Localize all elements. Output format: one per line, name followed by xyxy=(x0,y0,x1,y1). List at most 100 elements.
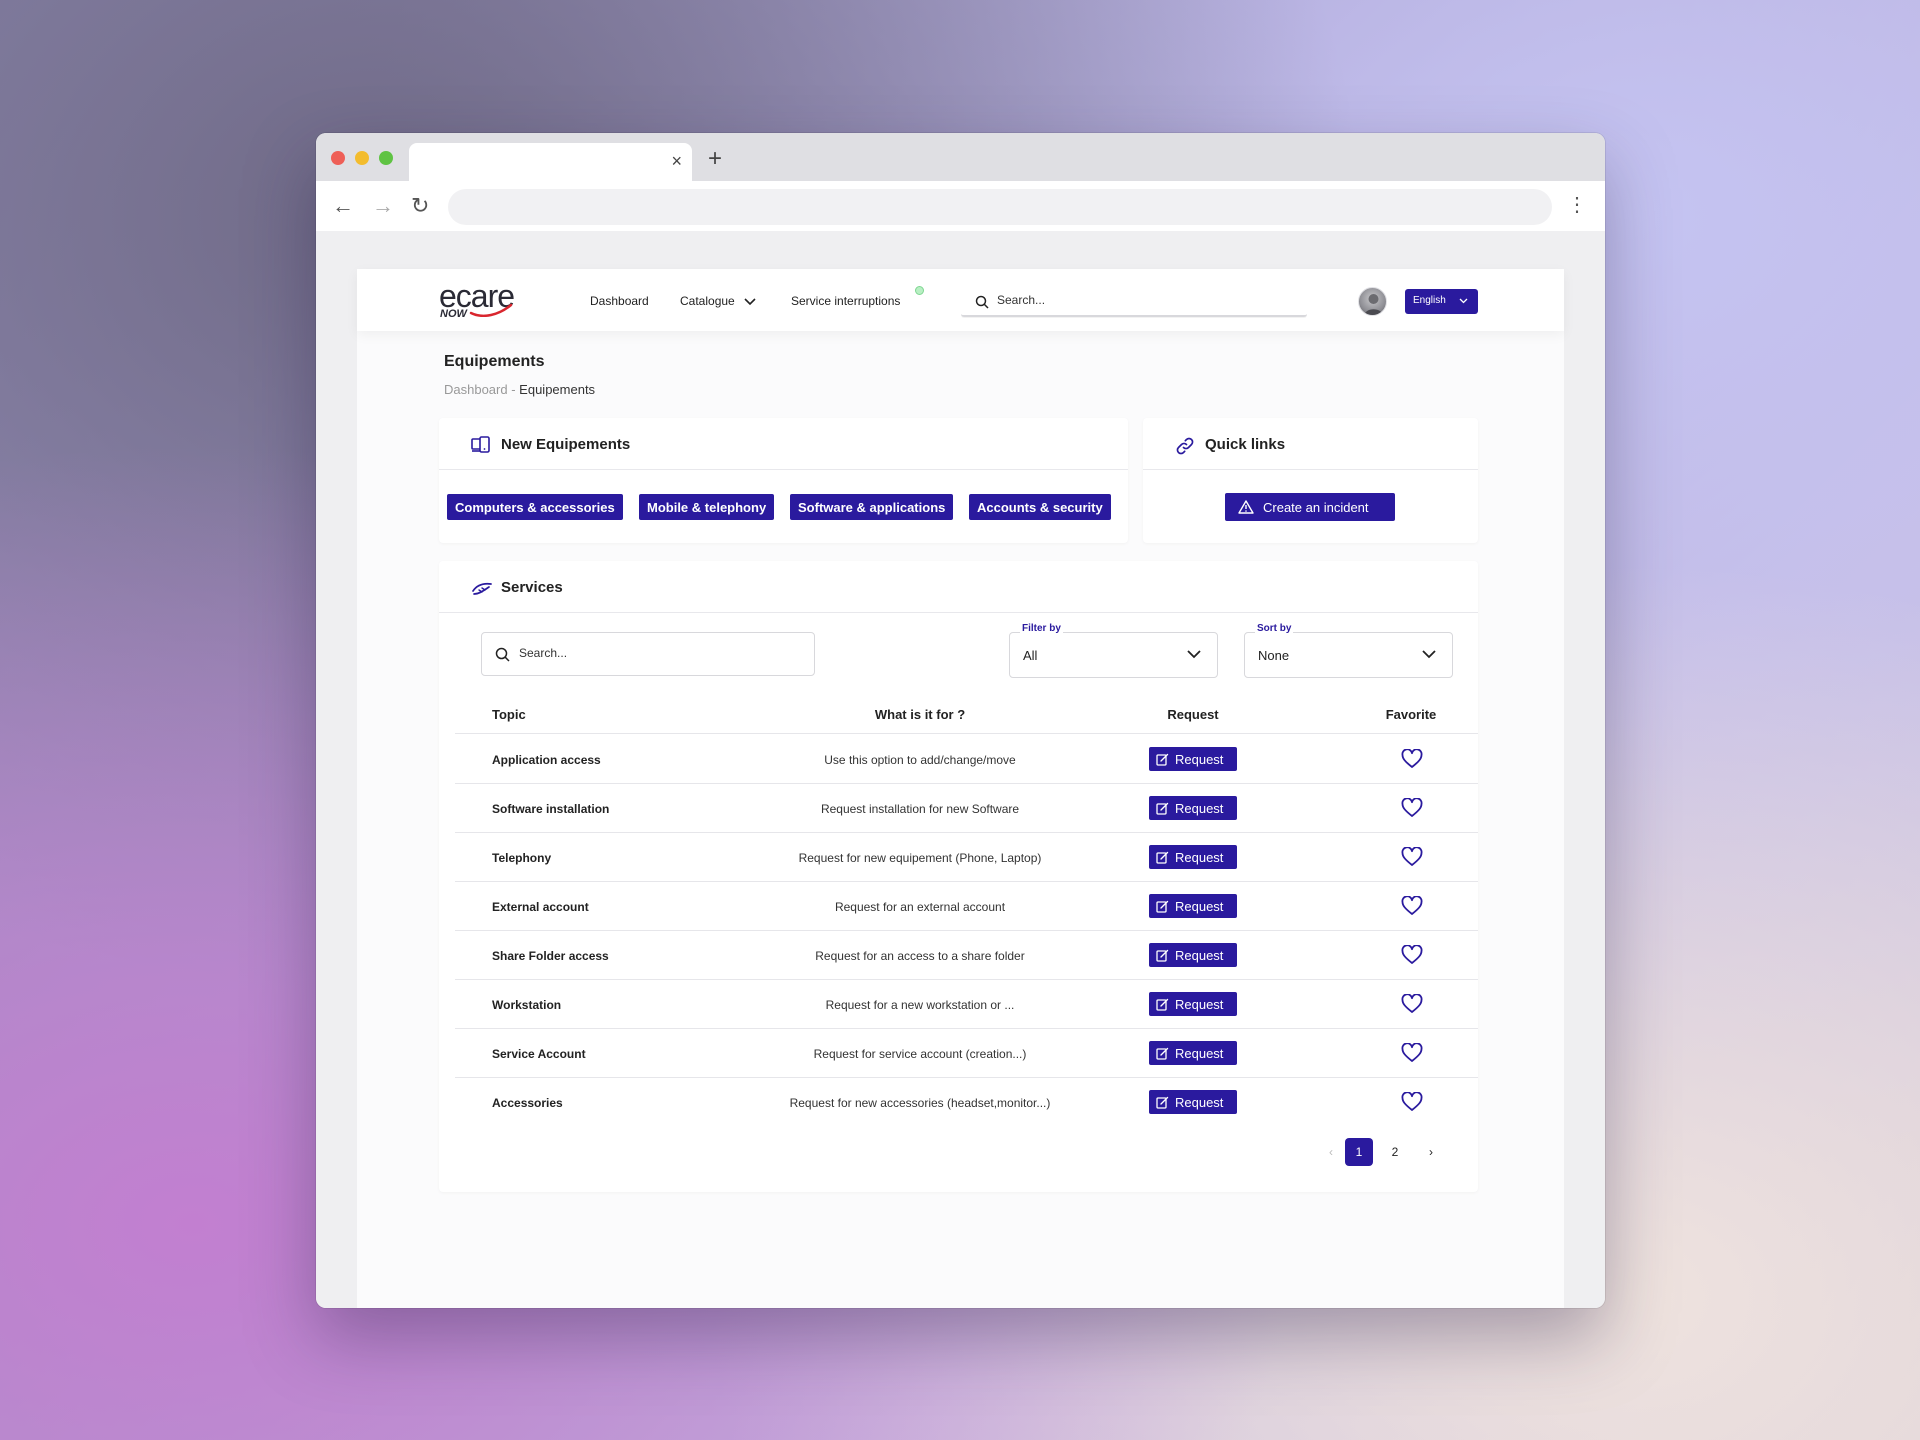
chevron-down-icon xyxy=(744,298,756,305)
card-title: Quick links xyxy=(1205,436,1286,453)
card-header: Quick links xyxy=(1143,418,1478,470)
filter-value: All xyxy=(1023,648,1038,663)
search-icon xyxy=(495,647,510,662)
row-purpose: Request for new equipement (Phone, Lapto… xyxy=(798,851,1042,865)
request-button[interactable]: Request xyxy=(1149,992,1237,1016)
close-window-button[interactable] xyxy=(331,151,345,165)
row-topic: Share Folder access xyxy=(492,949,609,963)
heart-icon[interactable] xyxy=(1401,1092,1423,1112)
tab-close-icon[interactable]: × xyxy=(671,151,682,171)
request-label: Request xyxy=(1175,1095,1224,1110)
warning-icon xyxy=(1238,500,1254,514)
heart-icon[interactable] xyxy=(1401,945,1423,965)
new-tab-icon[interactable]: + xyxy=(708,147,722,171)
request-label: Request xyxy=(1175,1046,1224,1061)
chip-computers-accessories[interactable]: Computers & accessories xyxy=(447,494,623,520)
chip-software-applications[interactable]: Software & applications xyxy=(790,494,954,520)
pagination-next-icon[interactable]: › xyxy=(1417,1138,1445,1166)
heart-icon[interactable] xyxy=(1401,749,1423,769)
heart-icon[interactable] xyxy=(1401,1043,1423,1063)
column-header-favorite: Favorite xyxy=(1385,707,1437,722)
breadcrumb-root[interactable]: Dashboard xyxy=(444,382,508,397)
minimize-window-button[interactable] xyxy=(355,151,369,165)
row-purpose: Request for an access to a share folder xyxy=(815,949,1025,963)
services-search[interactable] xyxy=(481,632,815,676)
quick-links-card: Quick links Create an incident xyxy=(1143,418,1478,543)
request-button[interactable]: Request xyxy=(1149,894,1237,918)
nav-catalogue[interactable]: Catalogue xyxy=(680,294,756,308)
column-header-topic[interactable]: Topic xyxy=(492,707,526,722)
pagination-prev-icon[interactable]: ‹ xyxy=(1317,1138,1345,1166)
row-topic: Telephony xyxy=(492,851,552,865)
reload-icon[interactable]: ↻ xyxy=(411,195,429,217)
filter-label: Filter by xyxy=(1020,623,1063,634)
browser-tab[interactable]: × xyxy=(409,143,692,181)
nav-service-interruptions[interactable]: Service interruptions xyxy=(791,294,900,308)
request-button[interactable]: Request xyxy=(1149,1041,1237,1065)
browser-toolbar: ← → ↻ ⋮ xyxy=(316,181,1605,231)
edit-icon xyxy=(1156,1047,1169,1060)
edit-icon xyxy=(1156,949,1169,962)
heart-icon[interactable] xyxy=(1401,994,1423,1014)
request-label: Request xyxy=(1175,899,1224,914)
back-arrow-icon[interactable]: ← xyxy=(332,195,354,217)
sort-label: Sort by xyxy=(1255,623,1294,634)
header-search-input[interactable] xyxy=(997,293,1277,307)
row-purpose: Request installation for new Software xyxy=(820,802,1020,816)
maximize-window-button[interactable] xyxy=(379,151,393,165)
row-purpose: Request for a new workstation or ... xyxy=(825,998,1015,1012)
table-row: Software installation Request installatio… xyxy=(455,784,1478,833)
sort-select[interactable]: Sort by None xyxy=(1244,623,1453,678)
services-search-input[interactable] xyxy=(519,646,799,660)
edit-icon xyxy=(1156,1096,1169,1109)
address-bar[interactable] xyxy=(448,189,1552,225)
sort-value: None xyxy=(1258,648,1290,663)
services-card: Services Filter by All Sort by None xyxy=(439,561,1478,1192)
create-incident-button[interactable]: Create an incident xyxy=(1225,493,1395,521)
table-row: Application access Use this option to add… xyxy=(455,735,1478,784)
status-dot xyxy=(915,286,924,295)
column-header-purpose: What is it for ? xyxy=(874,707,966,722)
request-button[interactable]: Request xyxy=(1149,943,1237,967)
heart-icon[interactable] xyxy=(1401,896,1423,916)
edit-icon xyxy=(1156,802,1169,815)
table-row: Service Account Request for service accou… xyxy=(455,1029,1478,1078)
row-purpose: Request for an external account xyxy=(834,900,1006,914)
request-button[interactable]: Request xyxy=(1149,1090,1237,1114)
request-button[interactable]: Request xyxy=(1149,845,1237,869)
edit-icon xyxy=(1156,753,1169,766)
forward-arrow-icon[interactable]: → xyxy=(372,195,394,217)
browser-menu-icon[interactable]: ⋮ xyxy=(1567,195,1587,215)
table-row: Share Folder access Request for an access… xyxy=(455,931,1478,980)
request-label: Request xyxy=(1175,850,1224,865)
row-purpose: Use this option to add/change/move xyxy=(824,753,1016,767)
heart-icon[interactable] xyxy=(1401,847,1423,867)
edit-icon xyxy=(1156,900,1169,913)
filter-select[interactable]: Filter by All xyxy=(1009,623,1218,678)
chip-mobile-telephony[interactable]: Mobile & telephony xyxy=(639,494,775,520)
new-equipements-card: New Equipements Computers & accessories … xyxy=(439,418,1128,543)
chip-accounts-security[interactable]: Accounts & security xyxy=(969,494,1111,520)
nav-catalogue-label: Catalogue xyxy=(680,294,735,308)
nav-dashboard[interactable]: Dashboard xyxy=(590,294,649,308)
chevron-down-icon xyxy=(1422,650,1436,659)
edit-icon xyxy=(1156,851,1169,864)
app-page: ecare NOW Dashboard Catalogue Service in… xyxy=(357,269,1564,1308)
heart-icon[interactable] xyxy=(1401,798,1423,818)
request-button[interactable]: Request xyxy=(1149,747,1237,771)
logo-swoosh-icon xyxy=(469,303,513,317)
browser-titlebar: × + xyxy=(316,133,1605,181)
request-label: Request xyxy=(1175,997,1224,1012)
header-search[interactable] xyxy=(961,289,1307,317)
request-label: Request xyxy=(1175,948,1224,963)
language-selector[interactable]: English xyxy=(1405,289,1478,314)
avatar[interactable] xyxy=(1358,287,1387,316)
page-title: Equipements xyxy=(444,353,545,370)
link-icon xyxy=(1176,437,1194,455)
table-row: Telephony Request for new equipement (Pho… xyxy=(455,833,1478,882)
pagination-page-2[interactable]: 2 xyxy=(1381,1138,1409,1166)
pagination-page-1[interactable]: 1 xyxy=(1345,1138,1373,1166)
ecare-now-logo[interactable]: ecare NOW xyxy=(439,280,529,321)
request-button[interactable]: Request xyxy=(1149,796,1237,820)
row-purpose: Request for new accessories (headset,mon… xyxy=(789,1096,1051,1110)
